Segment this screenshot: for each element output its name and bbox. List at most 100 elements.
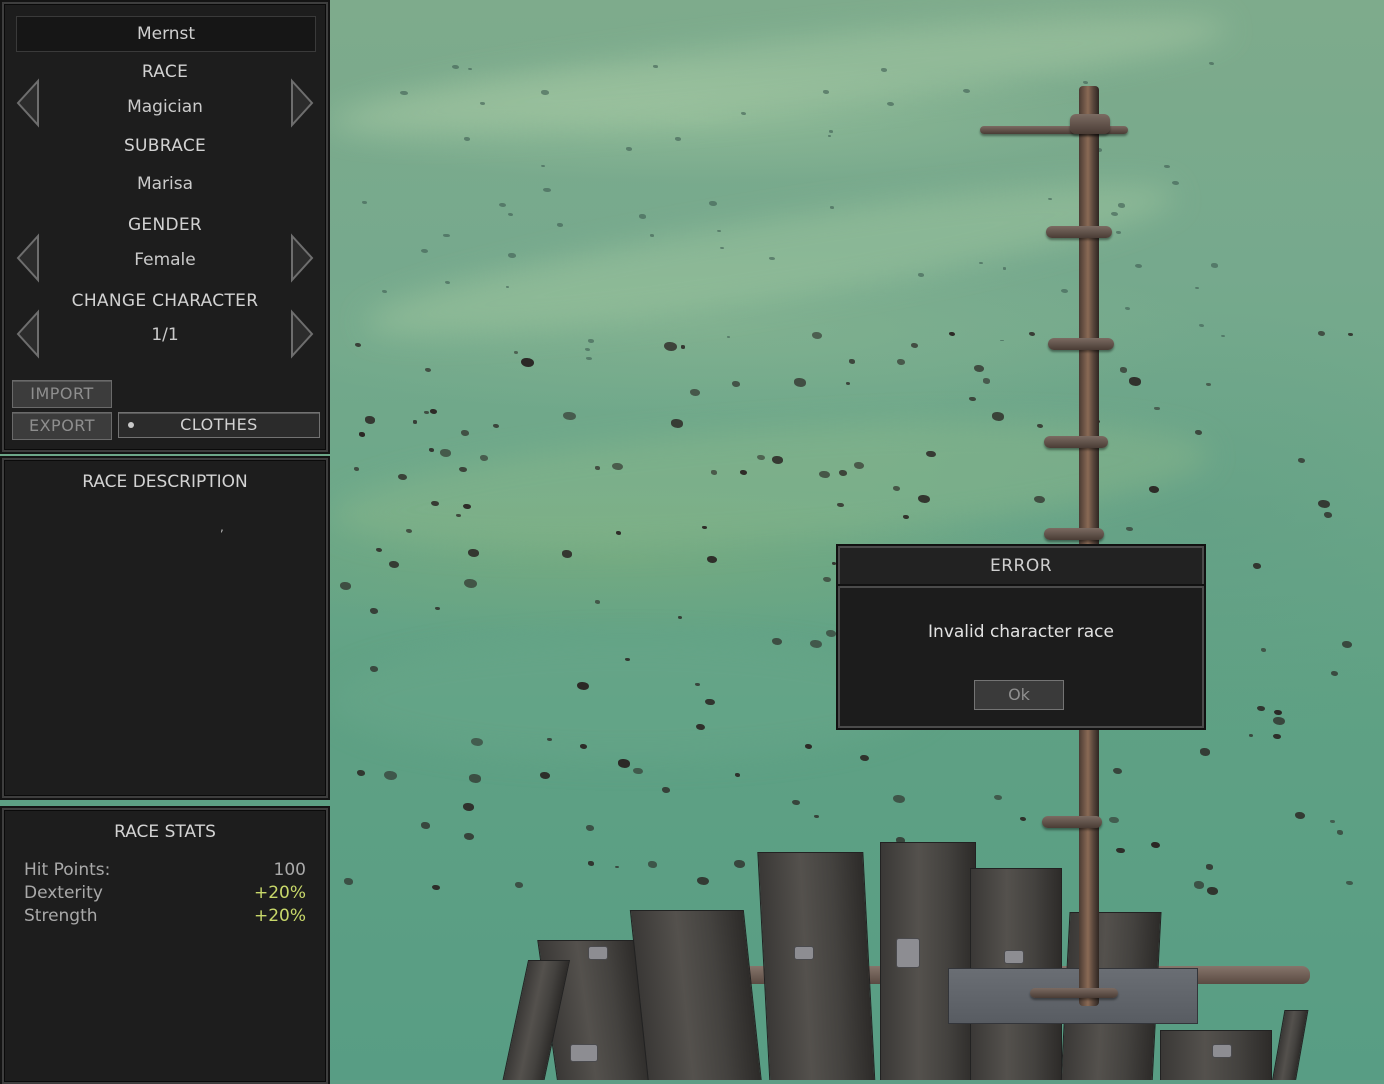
race-description-title: RACE DESCRIPTION xyxy=(82,472,248,492)
rock xyxy=(823,576,831,583)
rock xyxy=(846,382,851,385)
rock xyxy=(353,467,359,471)
rock xyxy=(543,187,551,193)
rock xyxy=(1195,286,1199,289)
race-stats-panel: RACE STATS Hit Points: 100 Dexterity +20… xyxy=(2,808,328,1084)
rock xyxy=(772,455,784,464)
rock xyxy=(1209,62,1215,66)
race-description-panel: RACE DESCRIPTION , xyxy=(2,458,328,798)
rock xyxy=(708,200,717,206)
rock xyxy=(733,859,745,868)
rock xyxy=(461,430,469,436)
stat-row-dexterity: Dexterity +20% xyxy=(24,883,306,905)
rock xyxy=(1047,197,1052,201)
rock xyxy=(994,794,1003,801)
change-character-next-button[interactable] xyxy=(288,309,316,359)
rock xyxy=(991,411,1004,421)
rock xyxy=(677,615,683,620)
rock xyxy=(792,799,801,806)
rock xyxy=(1128,376,1142,386)
rock xyxy=(832,562,837,566)
rock xyxy=(734,772,741,777)
rock xyxy=(1273,733,1282,740)
import-button[interactable]: IMPORT xyxy=(12,380,112,408)
rock xyxy=(1116,847,1125,854)
rock xyxy=(443,233,450,238)
stat-name: Dexterity xyxy=(24,883,103,903)
stat-value: +20% xyxy=(253,906,306,926)
rock xyxy=(1205,864,1214,870)
rock xyxy=(680,345,686,349)
rock xyxy=(1116,230,1121,234)
rock xyxy=(611,462,623,471)
rock xyxy=(365,416,376,424)
rock xyxy=(1195,429,1203,435)
rock xyxy=(963,89,970,94)
clothes-button[interactable]: CLOTHES xyxy=(118,412,320,438)
rock xyxy=(1298,458,1306,463)
rock xyxy=(1323,511,1332,518)
rock xyxy=(661,787,670,794)
rock xyxy=(814,814,820,819)
rock xyxy=(492,423,500,429)
rock xyxy=(969,396,976,402)
rock xyxy=(740,111,746,115)
rock xyxy=(595,466,600,470)
rock xyxy=(690,388,701,396)
rock xyxy=(674,137,681,141)
rock xyxy=(626,146,633,151)
rock xyxy=(918,495,930,504)
pole-foot xyxy=(1030,988,1118,998)
rock xyxy=(1210,263,1219,268)
rock xyxy=(653,65,658,69)
rock xyxy=(638,214,647,219)
rock xyxy=(1117,203,1125,208)
rock xyxy=(444,280,451,285)
rock xyxy=(1125,307,1131,310)
subrace-value: Marisa xyxy=(136,174,194,194)
rock xyxy=(1020,816,1027,822)
rock xyxy=(587,861,594,866)
rock xyxy=(1221,334,1225,337)
stat-name: Hit Points: xyxy=(24,860,111,880)
triangle-right-icon xyxy=(291,309,314,359)
rock xyxy=(1252,562,1261,569)
rock xyxy=(515,881,524,888)
rock xyxy=(1330,671,1338,677)
gender-next-button[interactable] xyxy=(288,233,316,283)
rock xyxy=(1257,706,1265,712)
rock xyxy=(1029,331,1036,336)
stat-value: 100 xyxy=(273,860,306,880)
ok-button[interactable]: Ok xyxy=(974,680,1064,710)
race-next-button[interactable] xyxy=(288,78,316,128)
export-button[interactable]: EXPORT xyxy=(12,412,112,440)
rock xyxy=(376,547,382,552)
rock xyxy=(576,681,589,691)
rock xyxy=(1318,331,1326,336)
rock xyxy=(1135,263,1143,268)
error-dialog: Invalid character race Ok xyxy=(838,586,1204,728)
rock xyxy=(340,582,351,590)
rock xyxy=(822,89,830,94)
character-name[interactable]: Mernst xyxy=(16,16,316,52)
rock xyxy=(911,343,919,349)
rock xyxy=(1329,819,1336,824)
rock xyxy=(1317,500,1330,509)
rock xyxy=(400,90,409,96)
rock xyxy=(507,212,513,216)
race-value: Magician xyxy=(127,97,203,117)
rock xyxy=(771,638,782,646)
rock xyxy=(398,473,407,480)
rock xyxy=(1000,339,1004,342)
rock xyxy=(1273,716,1285,726)
rock xyxy=(451,64,459,69)
rock xyxy=(435,607,440,611)
rock xyxy=(384,770,398,780)
error-dialog-title: ERROR xyxy=(838,546,1204,586)
rock xyxy=(1150,842,1160,849)
rock xyxy=(615,531,621,535)
rock xyxy=(647,861,658,868)
rock xyxy=(1172,181,1180,186)
rock xyxy=(1273,709,1282,716)
rock xyxy=(587,339,595,343)
